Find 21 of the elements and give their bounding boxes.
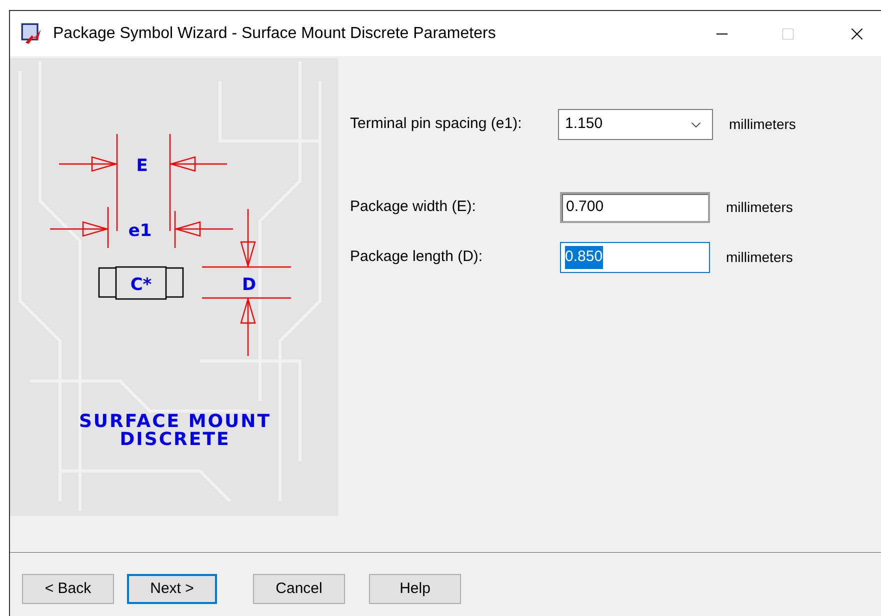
diagram-caption: SURFACE MOUNT: [78, 411, 272, 432]
dimension-label: e1: [128, 221, 152, 241]
dimension-label: E: [136, 156, 148, 176]
field-label: Terminal pin spacing (e1):: [350, 114, 523, 134]
dimension-label: D: [242, 275, 256, 295]
field-label: Package width (E):: [350, 197, 477, 218]
input-field[interactable]: 0.700: [560, 192, 710, 223]
wizard-button[interactable]: < Back: [22, 574, 114, 604]
wizard-button[interactable]: Next >: [127, 574, 217, 604]
window-title: Package Symbol Wizard - Surface Mount Discrete Parameters: [53, 24, 496, 44]
wizard-button[interactable]: Help: [369, 574, 461, 604]
unit-label: millimeters: [726, 248, 793, 267]
spacing-dropdown[interactable]: 1.150: [558, 109, 713, 140]
app-icon: [21, 22, 43, 44]
unit-label: millimeters: [726, 198, 793, 217]
input-field[interactable]: 0.850: [560, 242, 710, 273]
component-label: C*: [130, 275, 152, 295]
diagram-caption: DISCRETE: [120, 429, 230, 450]
field-label: Package length (D):: [350, 247, 484, 268]
unit-label: millimeters: [729, 115, 796, 134]
wizard-button[interactable]: Cancel: [253, 574, 345, 604]
